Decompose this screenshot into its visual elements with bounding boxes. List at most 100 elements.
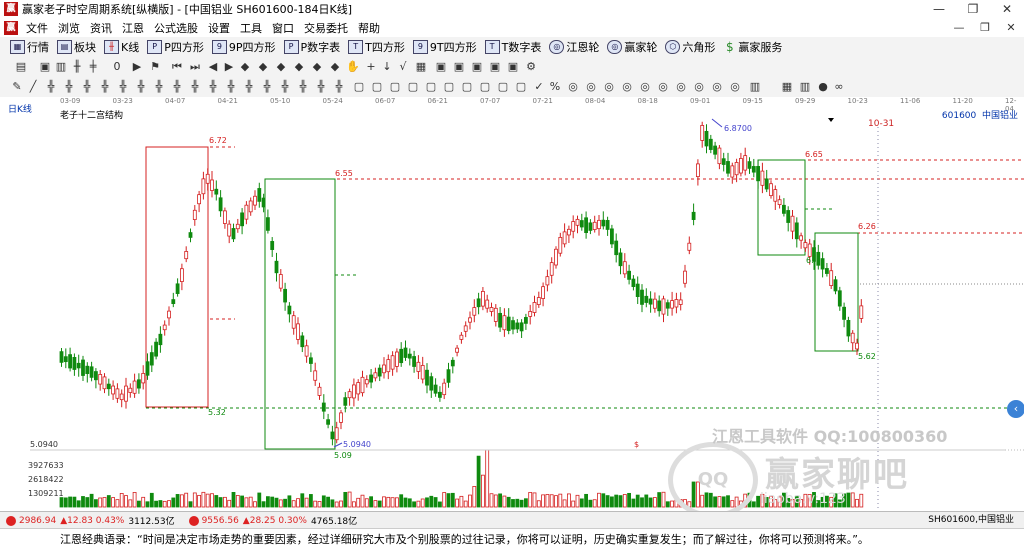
mdi-restore-button[interactable]: ❐	[972, 18, 998, 37]
multi-line-icon[interactable]: ╬	[116, 80, 130, 94]
kline-chart[interactable]: 03-09 03-23 04-07 04-21 05-10 05-24 06-07 06-21…	[0, 97, 1024, 518]
close-button[interactable]: ✕	[990, 0, 1024, 18]
first-icon[interactable]: ⏮	[170, 60, 184, 74]
settings-icon[interactable]: ⚙	[524, 60, 538, 74]
infinity-icon[interactable]: ∞	[832, 80, 846, 94]
menu-settings[interactable]: 设置	[203, 20, 235, 36]
multi-line-icon[interactable]: ╬	[296, 80, 310, 94]
toolbar-9p-square-button[interactable]: 9 9P四方形	[211, 39, 276, 55]
chart-view-icon[interactable]: ▥	[798, 80, 812, 94]
menu-formula-select[interactable]: 公式选股	[149, 20, 203, 36]
last-icon[interactable]: ⏭	[188, 60, 202, 74]
circle-icon[interactable]: ◎	[566, 80, 580, 94]
circle-icon[interactable]: ◎	[584, 80, 598, 94]
diamond-icon[interactable]: ◆	[238, 60, 252, 74]
prev-icon[interactable]: ◀	[206, 60, 220, 74]
box-icon[interactable]: ▢	[370, 80, 384, 94]
circle-icon[interactable]: ◎	[710, 80, 724, 94]
flag-icon[interactable]: ⚑	[148, 60, 162, 74]
maximize-button[interactable]: ❐	[956, 0, 990, 18]
scroll-right-button[interactable]: ‹	[1007, 400, 1024, 418]
menu-window[interactable]: 窗口	[267, 20, 299, 36]
mdi-minimize-button[interactable]: —	[946, 18, 972, 37]
toolbar-t-table-button[interactable]: T T数字表	[484, 39, 541, 55]
circle-icon[interactable]: ◎	[602, 80, 616, 94]
multi-line-icon[interactable]: ╬	[62, 80, 76, 94]
mdi-close-button[interactable]: ✕	[998, 18, 1024, 37]
toolbar-sectors-button[interactable]: ▤ 板块	[57, 39, 96, 55]
toolbar-9t-square-button[interactable]: 9 9T四方形	[412, 39, 477, 55]
document-icon[interactable]: 赢	[4, 20, 18, 35]
circle-icon[interactable]: ◎	[620, 80, 634, 94]
box-icon[interactable]: ▢	[406, 80, 420, 94]
arrow-icon[interactable]: ↓	[380, 60, 394, 74]
table-view-icon[interactable]: ▦	[780, 80, 794, 94]
export-icon[interactable]: ▣	[488, 60, 502, 74]
grid-select-icon[interactable]: ▣	[38, 60, 52, 74]
toolbar-hexagon-button[interactable]: ⬡ 六角形	[665, 39, 715, 55]
toolbar-p-square-button[interactable]: P P四方形	[147, 39, 204, 55]
circle-icon[interactable]: ◎	[656, 80, 670, 94]
multi-line-icon[interactable]: ╬	[152, 80, 166, 94]
circle-icon[interactable]: ◎	[728, 80, 742, 94]
vline-icon[interactable]: √	[396, 60, 410, 74]
toolbar-quotes-button[interactable]: ▦ 行情	[10, 39, 49, 55]
multi-line-icon[interactable]: ╬	[206, 80, 220, 94]
box-icon[interactable]: ▢	[352, 80, 366, 94]
box-icon[interactable]: ▢	[478, 80, 492, 94]
multi-line-icon[interactable]: ╬	[170, 80, 184, 94]
multi-line-icon[interactable]: ╬	[314, 80, 328, 94]
circle-icon[interactable]: ◎	[638, 80, 652, 94]
print-icon[interactable]: ▣	[470, 60, 484, 74]
multi-line-icon[interactable]: ╬	[80, 80, 94, 94]
menu-help[interactable]: 帮助	[353, 20, 385, 36]
multi-line-icon[interactable]: ╬	[44, 80, 58, 94]
toolbar-p-table-button[interactable]: P P数字表	[283, 39, 340, 55]
sz-index[interactable]: 9556.56 ▲28.25 0.30% 4765.18亿	[188, 514, 357, 527]
box-icon[interactable]: ▢	[424, 80, 438, 94]
diamond-icon[interactable]: ◆	[328, 60, 342, 74]
colorwheel-icon[interactable]: ●	[816, 80, 830, 94]
box-icon[interactable]: ▢	[496, 80, 510, 94]
bar-icon[interactable]: ╪	[86, 60, 100, 74]
box-icon[interactable]: ▢	[388, 80, 402, 94]
multi-line-icon[interactable]: ╬	[242, 80, 256, 94]
percent-icon[interactable]: %	[548, 80, 562, 94]
save-icon[interactable]: ▣	[452, 60, 466, 74]
multi-line-icon[interactable]: ╬	[224, 80, 238, 94]
line-icon[interactable]: ╱	[26, 80, 40, 94]
menu-tools[interactable]: 工具	[235, 20, 267, 36]
current-stock-badge[interactable]: SH601600,中国铝业	[928, 512, 1014, 529]
menu-gann[interactable]: 江恩	[117, 20, 149, 36]
multi-line-icon[interactable]: ╬	[260, 80, 274, 94]
box-icon[interactable]: ▢	[442, 80, 456, 94]
diamond-icon[interactable]: ◆	[292, 60, 306, 74]
toolbar-service-button[interactable]: $ 赢家服务	[723, 39, 782, 55]
sh-index[interactable]: 2986.94 ▲12.83 0.43% 3112.53亿	[6, 514, 175, 527]
zero-icon[interactable]: 0	[110, 60, 124, 74]
kline-style-icon[interactable]: ▥	[54, 60, 68, 74]
cross-icon[interactable]: +	[364, 60, 378, 74]
multi-line-icon[interactable]: ╬	[134, 80, 148, 94]
candle-icon[interactable]: ╫	[70, 60, 84, 74]
bars-icon[interactable]: ▥	[748, 80, 762, 94]
multi-line-icon[interactable]: ╬	[278, 80, 292, 94]
calc-icon[interactable]: ▣	[434, 60, 448, 74]
car-icon[interactable]: ▣	[506, 60, 520, 74]
toolbar-kline-button[interactable]: ╫ K线	[104, 39, 139, 55]
hand-icon[interactable]: ✋	[346, 60, 360, 74]
menu-file[interactable]: 文件	[21, 20, 53, 36]
toolbar-t-square-button[interactable]: T T四方形	[348, 39, 405, 55]
circle-icon[interactable]: ◎	[674, 80, 688, 94]
pencil-icon[interactable]: ✎	[10, 80, 24, 94]
menu-browse[interactable]: 浏览	[53, 20, 85, 36]
diamond-icon[interactable]: ◆	[310, 60, 324, 74]
menu-info[interactable]: 资讯	[85, 20, 117, 36]
forward-icon[interactable]: ▶	[130, 60, 144, 74]
multi-line-icon[interactable]: ╬	[98, 80, 112, 94]
multi-line-icon[interactable]: ╬	[332, 80, 346, 94]
fan-icon[interactable]: ▦	[414, 60, 428, 74]
diamond-icon[interactable]: ◆	[256, 60, 270, 74]
tick-icon[interactable]: ✓	[532, 80, 546, 94]
diamond-icon[interactable]: ◆	[274, 60, 288, 74]
